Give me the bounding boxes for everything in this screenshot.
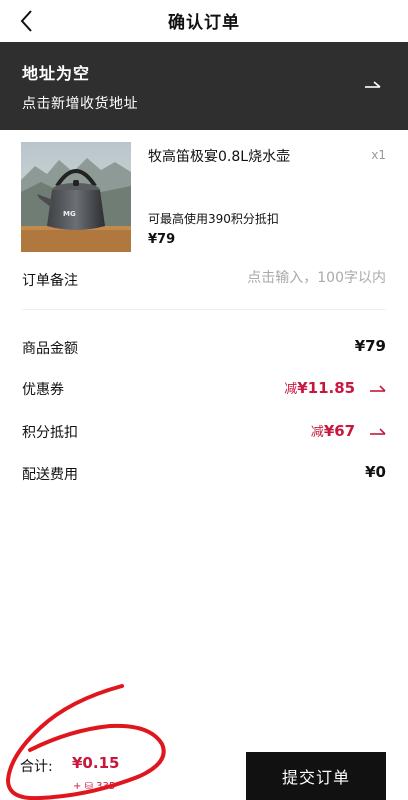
product-name: 牧高笛极宴0.8L烧水壶 xyxy=(148,149,291,165)
shipping-fee-row: 配送费用 ¥0 xyxy=(22,462,386,488)
svg-text:MG: MG xyxy=(63,210,76,218)
divider xyxy=(22,309,386,310)
points-deduction-row[interactable]: 积分抵扣 减¥67 xyxy=(22,420,386,446)
product-price: ¥79 xyxy=(148,232,176,247)
goods-amount-row: 商品金额 ¥79 xyxy=(22,336,386,362)
points-deduction-note: 可最高使用390积分抵扣 xyxy=(148,212,279,226)
order-remark-input[interactable] xyxy=(166,270,386,286)
total-label: 合计: xyxy=(20,759,53,775)
points-deduction-label: 积分抵扣 xyxy=(22,425,78,441)
coupon-value: 减¥11.85 xyxy=(284,378,386,397)
product-quantity: x1 xyxy=(371,148,386,162)
submit-order-button[interactable]: 提交订单 xyxy=(246,752,386,800)
address-title: 地址为空 xyxy=(22,64,91,83)
arrow-right-icon xyxy=(365,81,381,88)
total-points-used: + ⛁ 335 xyxy=(73,781,116,792)
address-banner[interactable]: 地址为空 点击新增收货地址 xyxy=(0,42,408,130)
top-bar: 确认订单 xyxy=(0,0,408,42)
product-card[interactable]: MG 牧高笛极宴0.8L烧水壶 x1 可最高使用390积分抵扣 ¥79 xyxy=(0,130,408,255)
total-value: ¥0.15 xyxy=(72,754,120,772)
shipping-fee-value: ¥0 xyxy=(365,463,386,481)
kettle-product-image: MG xyxy=(21,142,131,252)
goods-amount-label: 商品金额 xyxy=(22,341,78,357)
points-deduction-value: 减¥67 xyxy=(311,421,386,440)
goods-amount-value: ¥79 xyxy=(354,337,386,355)
page-title: 确认订单 xyxy=(168,13,240,33)
coupon-label: 优惠券 xyxy=(22,382,64,398)
coupon-row[interactable]: 优惠券 减¥11.85 xyxy=(22,377,386,403)
add-address-hint: 点击新增收货地址 xyxy=(22,96,138,112)
order-remark-label: 订单备注 xyxy=(22,273,78,289)
shipping-fee-label: 配送费用 xyxy=(22,467,78,483)
arrow-right-icon xyxy=(370,428,386,435)
order-remark-row: 订单备注 xyxy=(22,268,386,294)
arrow-right-icon xyxy=(370,385,386,392)
